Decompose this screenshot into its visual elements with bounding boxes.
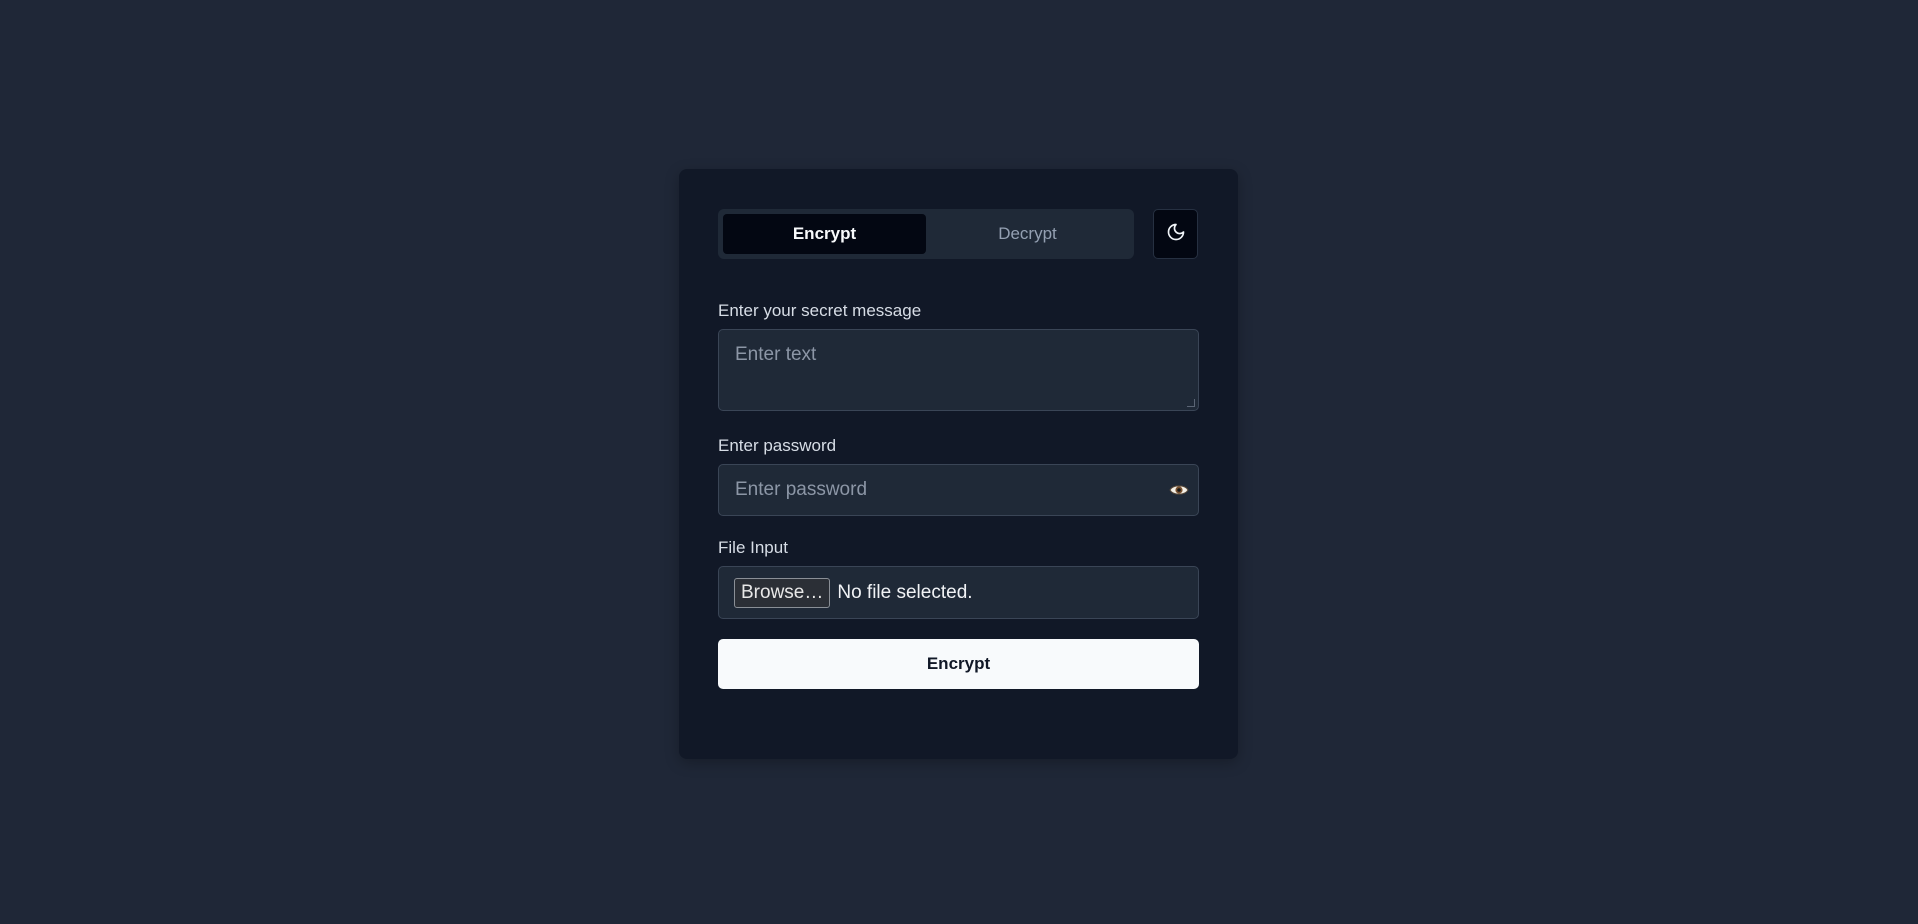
message-textarea[interactable]: Enter text [718, 329, 1199, 411]
password-input[interactable]: Enter password [718, 464, 1199, 516]
file-status-text: No file selected. [837, 581, 973, 603]
message-placeholder: Enter text [735, 344, 817, 365]
browse-button[interactable]: Browse… [734, 577, 831, 608]
file-input[interactable]: Browse… No file selected. [718, 566, 1199, 619]
encrypt-submit-button[interactable]: Encrypt [718, 639, 1199, 689]
theme-toggle-button[interactable] [1153, 209, 1198, 259]
mode-tabs: Encrypt Decrypt [718, 209, 1134, 259]
top-row: Encrypt Decrypt [718, 209, 1199, 259]
password-placeholder: Enter password [735, 479, 868, 500]
password-label: Enter password [718, 436, 837, 455]
moon-icon [1166, 222, 1186, 247]
file-input-label: File Input [718, 538, 788, 557]
message-label: Enter your secret message [718, 301, 922, 320]
tab-encrypt[interactable]: Encrypt [723, 214, 926, 254]
tab-decrypt[interactable]: Decrypt [926, 214, 1129, 254]
eye-icon[interactable] [1168, 479, 1190, 501]
encrypt-card: Encrypt Decrypt Enter your secret messag… [679, 169, 1238, 759]
resize-grip-icon[interactable] [1187, 399, 1195, 407]
